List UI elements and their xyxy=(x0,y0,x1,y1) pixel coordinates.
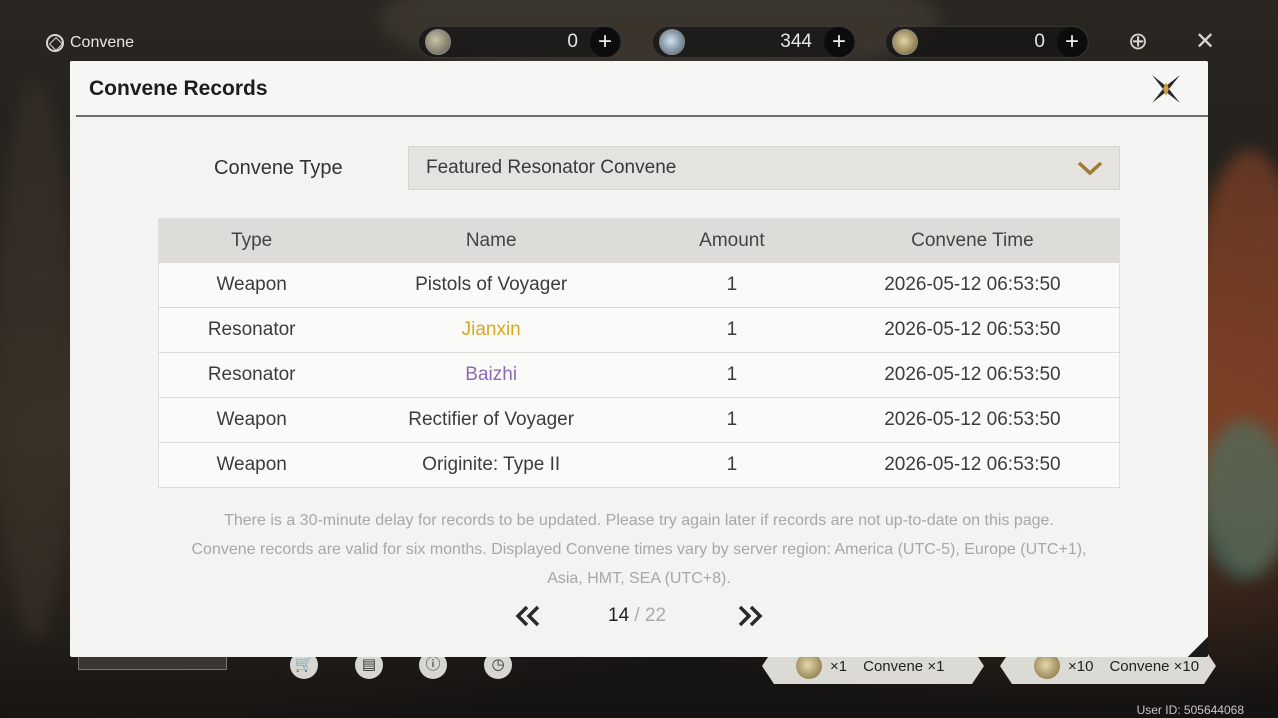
close-icon xyxy=(1152,75,1180,103)
convene-x10-label: Convene ×10 xyxy=(1109,657,1200,675)
dialog-header: Convene Records xyxy=(70,61,1208,115)
row-type: Weapon xyxy=(158,397,345,443)
row-type: Weapon xyxy=(158,262,345,308)
row-time: 2026-05-12 06:53:50 xyxy=(825,397,1120,443)
close-screen-icon[interactable]: ✕ xyxy=(1191,28,1219,56)
total-pages: 22 xyxy=(644,605,667,626)
double-chevron-right-icon xyxy=(738,605,763,627)
row-time: 2026-05-12 06:53:50 xyxy=(825,352,1120,398)
convene-x10-count: ×10 xyxy=(1068,657,1094,675)
lunite-icon xyxy=(659,29,685,55)
table-row: Weapon Rectifier of Voyager 1 2026-05-12… xyxy=(158,397,1120,443)
table-row: Resonator Baizhi 1 2026-05-12 06:53:50 xyxy=(158,352,1120,398)
tide-currency: 0 + xyxy=(885,26,1089,58)
records-notice: There is a 30-minute delay for records t… xyxy=(110,506,1168,593)
records-table: Type Name Amount Convene Time Weapon Pis… xyxy=(158,218,1120,488)
tide-amount: 0 xyxy=(1034,31,1045,52)
tide-icon xyxy=(892,29,918,55)
astrite-amount: 0 xyxy=(567,31,578,52)
convene-type-row: Convene Type Featured Resonator Convene xyxy=(70,146,1208,190)
target-icon[interactable]: ⊕ xyxy=(1124,28,1152,56)
row-name: Baizhi xyxy=(344,352,638,398)
row-amount: 1 xyxy=(638,397,826,443)
section-title: Convene xyxy=(70,34,135,51)
column-header-type: Type xyxy=(158,218,345,263)
astrite-currency: 0 + xyxy=(418,26,622,58)
table-row: Weapon Pistols of Voyager 1 2026-05-12 0… xyxy=(158,262,1120,308)
convene-x1-count: ×1 xyxy=(830,657,848,675)
row-name: Pistols of Voyager xyxy=(344,262,638,308)
table-row: Weapon Originite: Type II 1 2026-05-12 0… xyxy=(158,442,1120,488)
astrite-icon xyxy=(425,29,451,55)
lunite-currency: 344 + xyxy=(652,26,856,58)
top-bar: Convene 0 + 344 + 0 + ⊕ ✕ xyxy=(0,0,1278,62)
table-row: Resonator Jianxin 1 2026-05-12 06:53:50 xyxy=(158,307,1120,353)
header-divider xyxy=(76,115,1208,117)
row-type: Resonator xyxy=(158,352,345,398)
pagination: 14 / 22 xyxy=(70,601,1208,631)
notice-line: There is a 30-minute delay for records t… xyxy=(224,512,1054,529)
row-time: 2026-05-12 06:53:50 xyxy=(825,442,1120,488)
previous-page-button[interactable] xyxy=(513,603,543,629)
current-page: 14 xyxy=(608,605,630,626)
banner-thumbnail[interactable] xyxy=(78,655,227,670)
notice-line: Convene records are valid for six months… xyxy=(191,541,1087,558)
table-header-row: Type Name Amount Convene Time xyxy=(158,218,1120,263)
column-header-name: Name xyxy=(344,218,638,263)
add-tide-button[interactable]: + xyxy=(1057,27,1087,57)
row-amount: 1 xyxy=(638,442,826,488)
row-type: Resonator xyxy=(158,307,345,353)
row-name: Originite: Type II xyxy=(344,442,638,488)
column-header-amount: Amount xyxy=(638,218,826,263)
notice-line: Asia, HMT, SEA (UTC+8). xyxy=(547,570,731,587)
user-id: User ID: 505644068 xyxy=(1136,703,1244,717)
convene-type-label: Convene Type xyxy=(214,157,343,179)
row-amount: 1 xyxy=(638,262,826,308)
dialog-corner-decoration xyxy=(1188,637,1208,657)
row-amount: 1 xyxy=(638,352,826,398)
row-name: Jianxin xyxy=(344,307,638,353)
row-time: 2026-05-12 06:53:50 xyxy=(825,307,1120,353)
convene-x1-label: Convene ×1 xyxy=(863,657,945,675)
page-indicator: 14 / 22 xyxy=(608,605,666,627)
convene-type-value: Featured Resonator Convene xyxy=(426,157,677,178)
row-name: Rectifier of Voyager xyxy=(344,397,638,443)
add-astrite-button[interactable]: + xyxy=(590,27,620,57)
convene-icon xyxy=(46,34,64,52)
add-lunite-button[interactable]: + xyxy=(824,27,854,57)
row-time: 2026-05-12 06:53:50 xyxy=(825,262,1120,308)
background-art xyxy=(1200,420,1278,580)
page-separator: / xyxy=(634,605,640,626)
convene-records-dialog: Convene Records Convene Type Featured Re… xyxy=(70,61,1208,657)
row-type: Weapon xyxy=(158,442,345,488)
next-page-button[interactable] xyxy=(735,603,765,629)
background-art xyxy=(0,80,70,640)
chevron-down-icon xyxy=(1075,153,1105,183)
double-chevron-left-icon xyxy=(515,605,540,627)
row-amount: 1 xyxy=(638,307,826,353)
lunite-amount: 344 xyxy=(780,31,812,52)
section-header: Convene xyxy=(46,34,134,52)
convene-type-dropdown[interactable]: Featured Resonator Convene xyxy=(408,146,1120,190)
column-header-time: Convene Time xyxy=(825,218,1120,263)
close-dialog-button[interactable] xyxy=(1150,73,1182,105)
dialog-title: Convene Records xyxy=(89,77,268,100)
